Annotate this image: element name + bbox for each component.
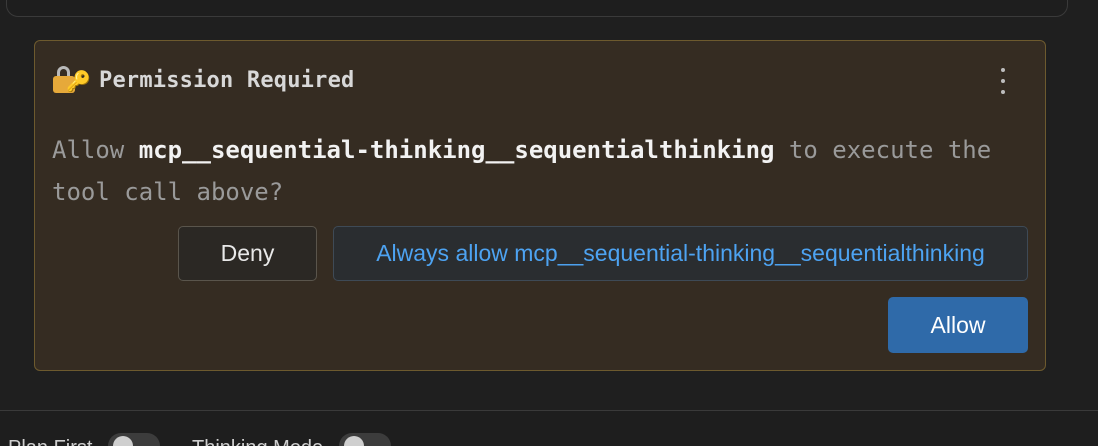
toggle-knob <box>113 436 133 446</box>
footer-bar: Plan First Thinking Mode <box>0 411 1098 446</box>
permission-message: Allow mcp__sequential-thinking__sequenti… <box>52 129 1027 213</box>
previous-message-card <box>6 0 1068 17</box>
thinking-mode-label: Thinking Mode <box>192 437 323 446</box>
kebab-menu-icon[interactable] <box>999 68 1007 94</box>
permission-header: 🔑 Permission Required <box>52 65 354 95</box>
allow-button[interactable]: Allow <box>888 297 1028 353</box>
deny-button[interactable]: Deny <box>178 226 317 281</box>
plan-first-label: Plan First <box>8 437 92 446</box>
message-prefix: Allow <box>52 136 139 164</box>
toggle-knob <box>344 436 364 446</box>
permission-title: Permission Required <box>99 67 355 93</box>
lock-with-key-icon: 🔑 <box>52 65 91 95</box>
thinking-mode-toggle[interactable] <box>339 433 391 446</box>
always-allow-button[interactable]: Always allow mcp__sequential-thinking__s… <box>333 226 1028 281</box>
plan-first-toggle[interactable] <box>108 433 160 446</box>
tool-name: mcp__sequential-thinking__sequentialthin… <box>138 136 775 164</box>
permission-card: 🔑 Permission Required Allow mcp__sequent… <box>34 40 1046 371</box>
